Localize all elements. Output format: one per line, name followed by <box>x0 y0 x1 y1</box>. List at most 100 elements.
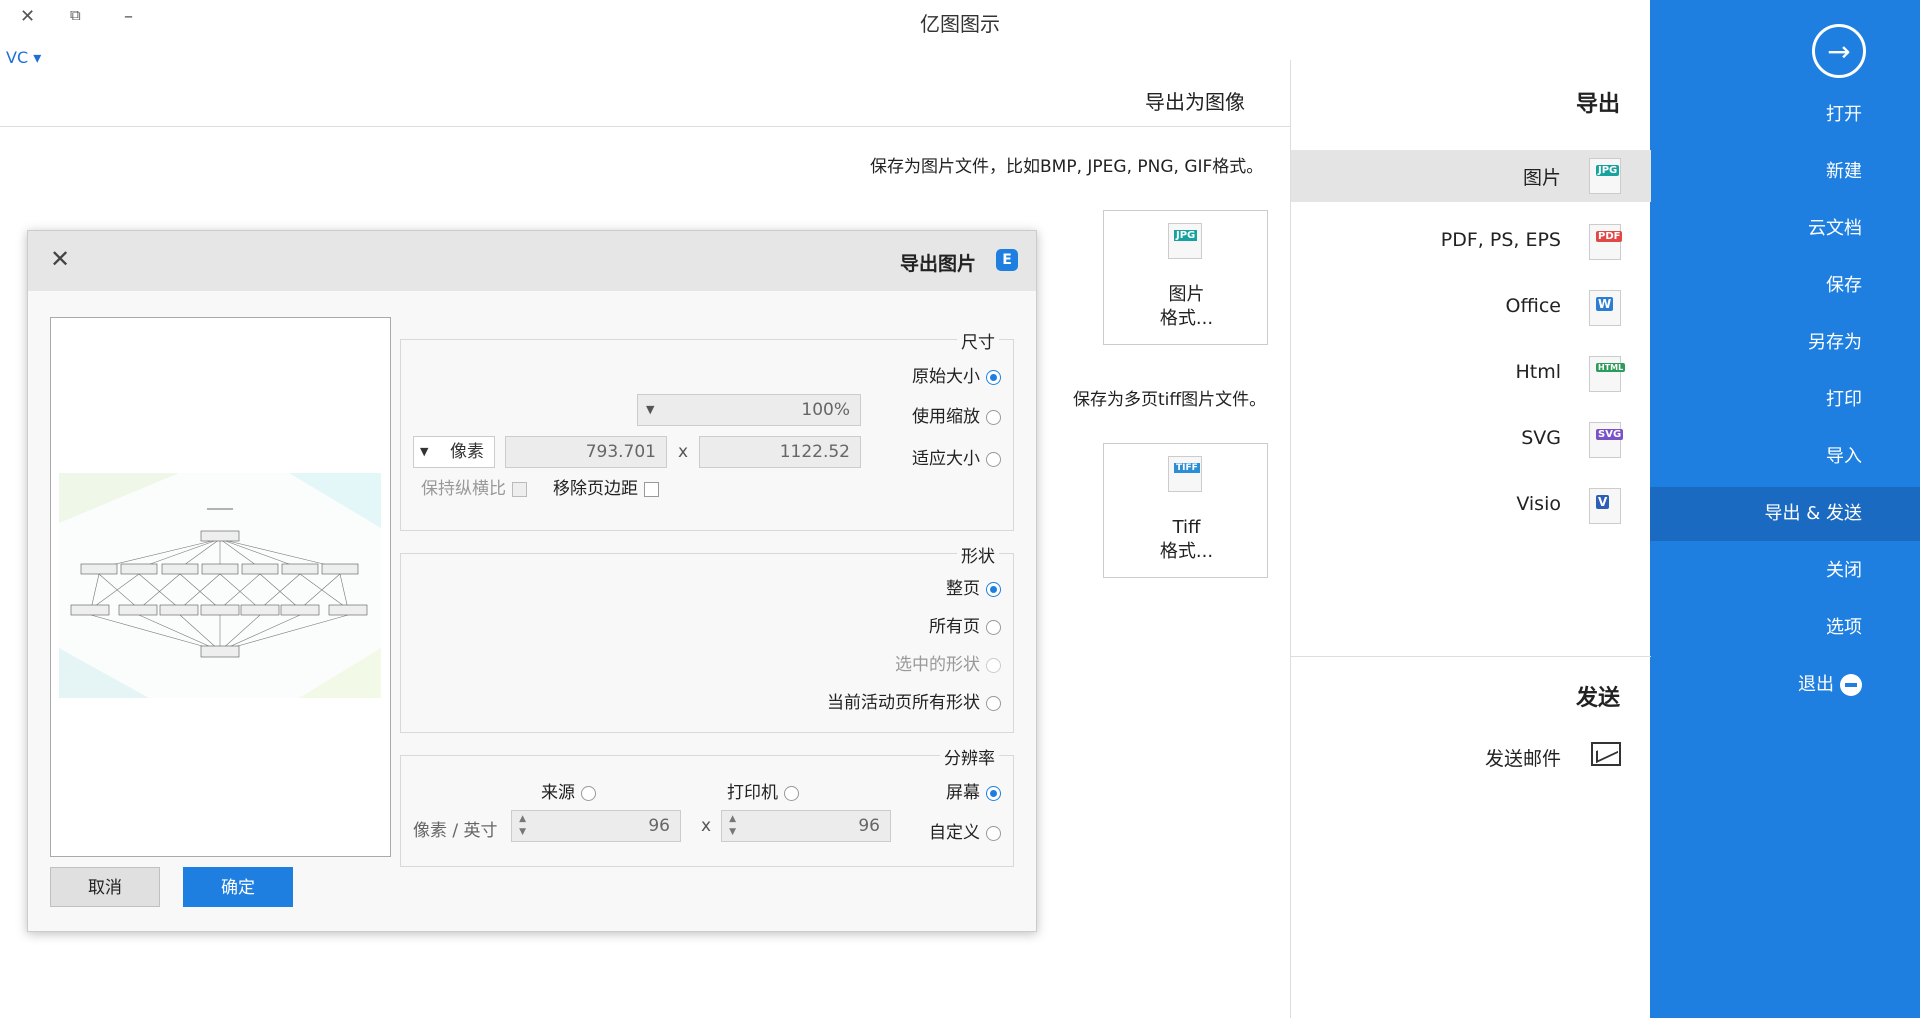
app-title: 亿图图示 <box>920 12 1000 36</box>
export-preview <box>50 317 391 857</box>
sidebar-item-close[interactable]: 关闭 <box>1650 544 1920 598</box>
sidebar-item-cloud[interactable]: 云文档 <box>1650 202 1920 256</box>
radio-button[interactable] <box>581 785 596 801</box>
times-sign: x <box>701 816 712 836</box>
export-item-label: Office <box>1505 295 1561 317</box>
radio-fit-size[interactable]: 适应大小 <box>912 444 1001 469</box>
radio-button[interactable] <box>986 451 1001 467</box>
radio-button[interactable] <box>986 825 1001 841</box>
tiff-format-description: 保存为多页tiff图片文件。 <box>1073 390 1267 410</box>
radio-button[interactable] <box>986 619 1001 635</box>
export-item-label: SVG <box>1521 427 1561 449</box>
dropdown-arrow-icon: ▼ <box>420 445 429 458</box>
sidebar-item-save-as[interactable]: 另存为 <box>1650 316 1920 370</box>
zoom-select[interactable]: 100% ▼ <box>637 394 861 426</box>
export-item-label: Html <box>1515 361 1561 383</box>
jpg-file-icon: JPG <box>1589 158 1621 194</box>
export-item-label: PDF, PS, EPS <box>1440 229 1561 251</box>
radio-source[interactable]: 来源 <box>541 778 596 803</box>
sidebar-item-new[interactable]: 新建 <box>1650 145 1920 199</box>
size-group: 尺寸 原始大小 使用缩放 100% ▼ 适应大小 1122.52 x 793.70… <box>400 328 1014 531</box>
sidebar-item-print[interactable]: 打印 <box>1650 373 1920 427</box>
export-item-pdf[interactable]: PDF PDF, PS, EPS <box>1291 216 1651 268</box>
radio-whole-page[interactable]: 整页 <box>946 574 1001 599</box>
height-input[interactable]: 793.701 <box>505 436 667 468</box>
export-image-dialog: ✕ 导出图片 E 尺寸 原始大小 使用缩放 100% ▼ 适应大小 1122.5… <box>27 230 1037 932</box>
user-menu[interactable]: VC ▾ <box>6 48 41 67</box>
radio-button[interactable] <box>986 409 1001 425</box>
spinner-icon[interactable]: ▲ ▼ <box>514 813 526 839</box>
radio-original-size[interactable]: 原始大小 <box>912 362 1001 387</box>
send-heading: 发送 <box>1575 686 1620 711</box>
radio-printer[interactable]: 打印机 <box>727 778 799 803</box>
sidebar-item-import[interactable]: 导入 <box>1650 430 1920 484</box>
checkbox-keep-ratio[interactable]: 保持纵横比 <box>421 474 527 499</box>
radio-button[interactable] <box>986 581 1001 597</box>
radio-custom[interactable]: 自定义 <box>929 818 1001 843</box>
word-file-icon: W <box>1589 290 1621 326</box>
group-title: 分辨率 <box>940 744 999 769</box>
radio-button[interactable] <box>986 695 1001 711</box>
diagram-thumbnail <box>59 473 381 698</box>
checkbox[interactable] <box>644 481 659 497</box>
dropdown-arrow-icon: ▼ <box>646 403 655 416</box>
radio-button[interactable] <box>986 657 1001 673</box>
mail-icon <box>1591 742 1621 766</box>
sidebar-item-exit[interactable]: 退出 <box>1650 658 1920 712</box>
send-mail-item[interactable]: 发送邮件 <box>1291 732 1651 784</box>
dpi-x-input[interactable]: 96 ▲ ▼ <box>721 810 891 842</box>
title-bar: ✕ ⧉ – 亿图图示 <box>0 0 1650 40</box>
export-panel: 导出 JPG 图片 PDF PDF, PS, EPS W Office HTML… <box>1290 60 1651 1018</box>
tiff-format-card[interactable]: TIFF Tiff 格式... <box>1103 443 1268 578</box>
divider <box>1291 656 1651 657</box>
sidebar-item-export-send[interactable]: 导出 & 发送 <box>1650 487 1920 541</box>
card-label: 图片 格式... <box>1159 284 1214 329</box>
spinner-icon[interactable]: ▲ ▼ <box>724 813 736 839</box>
checkbox[interactable] <box>512 481 527 497</box>
export-item-label: Visio <box>1516 493 1561 515</box>
export-item-office[interactable]: W Office <box>1291 282 1651 334</box>
close-window-icon[interactable]: ✕ <box>20 6 35 27</box>
pdf-file-icon: PDF <box>1589 224 1623 260</box>
export-item-html[interactable]: HTML Html <box>1291 348 1651 400</box>
image-format-card[interactable]: JPG 图片 格式... <box>1103 210 1268 345</box>
dpi-unit-label: 像素 / 英寸 <box>413 821 498 841</box>
shape-group: 形状 整页 所有页 选中的形状 当前活动页所有形状 <box>400 542 1014 733</box>
dpi-y-input[interactable]: 96 ▲ ▼ <box>511 810 681 842</box>
resolution-group: 分辨率 屏幕 打印机 来源 自定义 96 ▲ ▼ x 96 ▲ ▼ 像素 / 英寸 <box>400 744 1014 867</box>
close-icon[interactable]: ✕ <box>50 245 70 273</box>
sidebar-item-open[interactable]: 打开 <box>1650 88 1920 142</box>
radio-screen[interactable]: 屏幕 <box>946 778 1001 803</box>
jpg-file-icon: JPG <box>1168 223 1202 259</box>
unit-select[interactable]: 像素 ▼ <box>413 436 495 468</box>
minimize-window-icon[interactable]: – <box>124 6 133 27</box>
width-input[interactable]: 1122.52 <box>699 436 861 468</box>
tiff-file-icon: TIFF <box>1168 456 1202 492</box>
ok-button[interactable]: 确定 <box>183 867 293 907</box>
radio-button[interactable] <box>986 785 1001 801</box>
sidebar-item-save[interactable]: 保存 <box>1650 259 1920 313</box>
cancel-button[interactable]: 取消 <box>50 867 160 907</box>
restore-window-icon[interactable]: ⧉ <box>70 6 81 24</box>
group-title: 形状 <box>957 542 999 567</box>
checkbox-remove-margin[interactable]: 移除页边距 <box>553 474 659 499</box>
send-mail-label: 发送邮件 <box>1484 748 1561 770</box>
export-item-image[interactable]: JPG 图片 <box>1291 150 1651 202</box>
radio-all-pages[interactable]: 所有页 <box>929 612 1001 637</box>
sidebar-item-exit-label: 退出 <box>1798 674 1834 695</box>
card-label: Tiff 格式... <box>1159 517 1214 562</box>
export-item-svg[interactable]: SVG SVG <box>1291 414 1651 466</box>
export-item-visio[interactable]: V Visio <box>1291 480 1651 532</box>
radio-use-zoom[interactable]: 使用缩放 <box>912 402 1001 427</box>
export-item-label: 图片 <box>1522 167 1561 189</box>
radio-button[interactable] <box>986 369 1001 385</box>
radio-current-page-shapes[interactable]: 当前活动页所有形状 <box>827 688 1001 713</box>
back-arrow-icon[interactable]: → <box>1812 24 1866 78</box>
image-format-description: 保存为图片文件，比如BMP, JPEG, PNG, GIF格式。 <box>870 157 1264 177</box>
content-title: 导出为图像 <box>1145 90 1245 114</box>
sidebar-item-options[interactable]: 选项 <box>1650 601 1920 655</box>
visio-file-icon: V <box>1589 488 1621 524</box>
svg-file-icon: SVG <box>1589 422 1624 458</box>
radio-selected-shapes[interactable]: 选中的形状 <box>895 650 1001 675</box>
radio-button[interactable] <box>784 785 799 801</box>
